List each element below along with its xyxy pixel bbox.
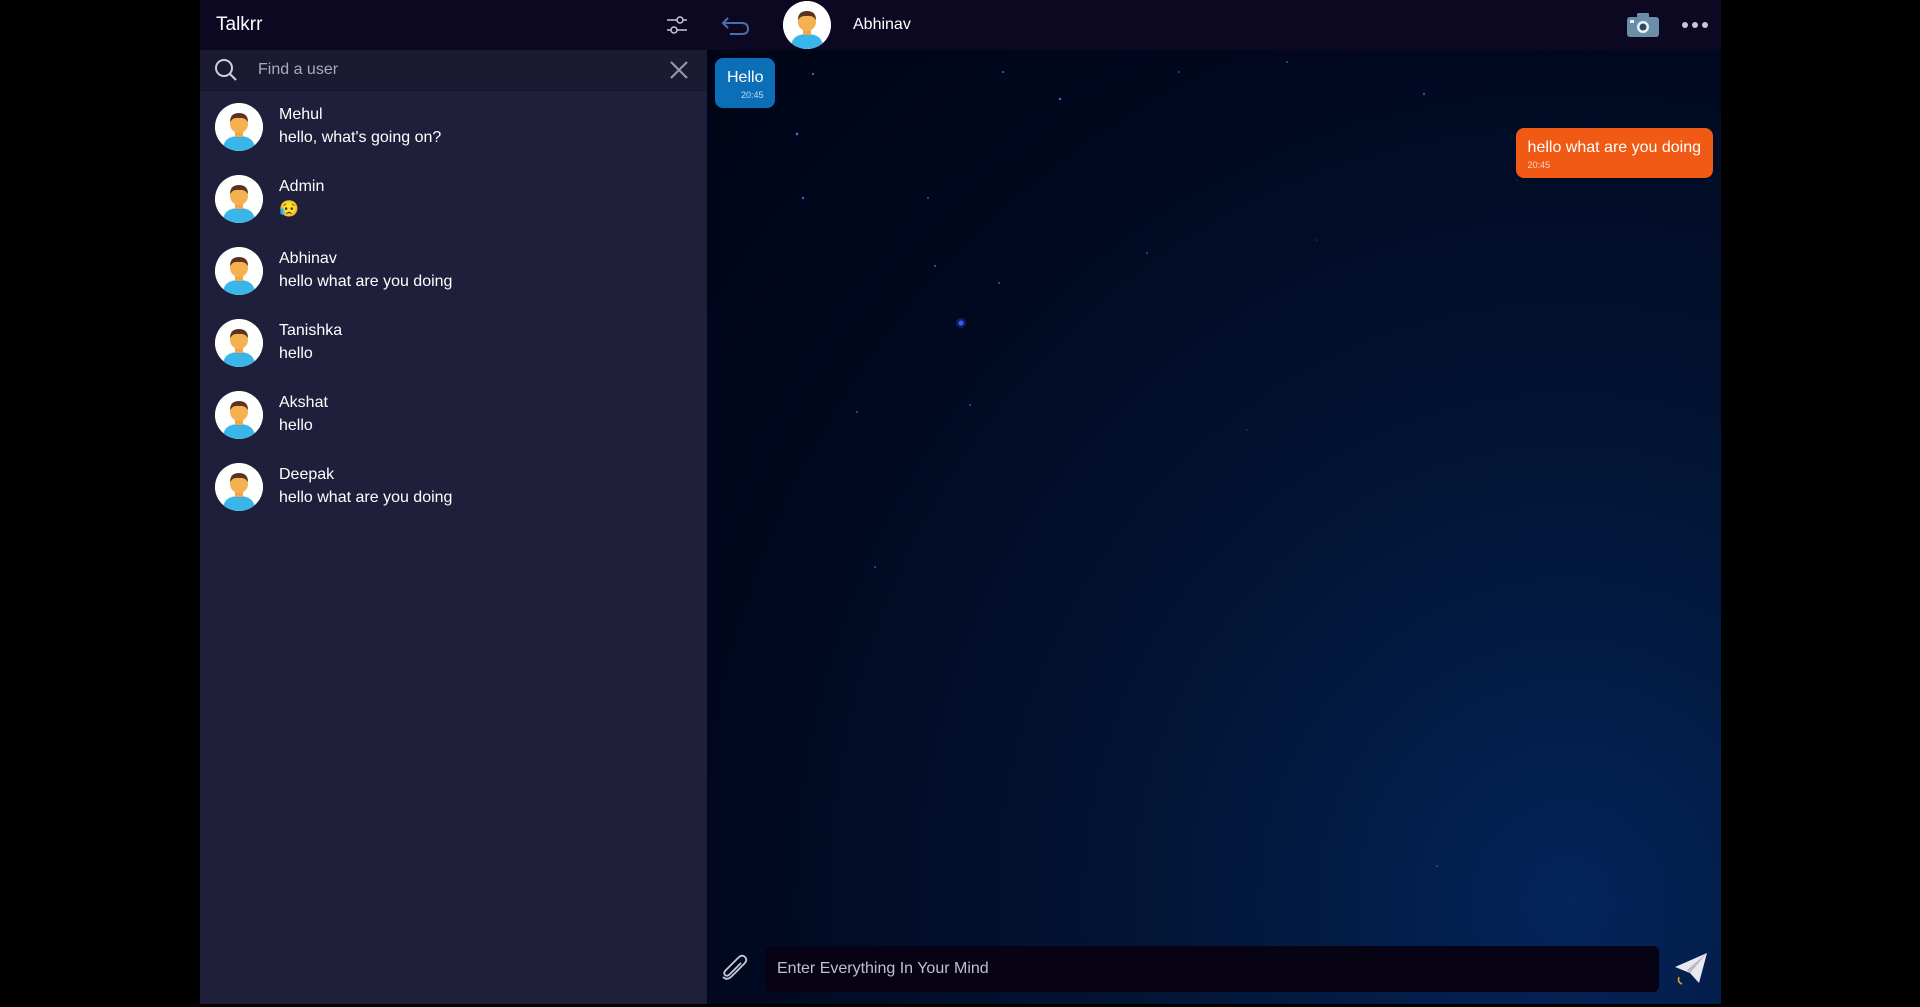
camera-icon [1627, 13, 1659, 37]
outgoing-message[interactable]: hello what are you doing 20:45 [1515, 128, 1713, 178]
app-title: Talkrr [216, 14, 263, 35]
filter-settings-button[interactable] [663, 11, 691, 39]
contact-text: Abhinav hello what are you doing [279, 248, 452, 294]
contact-name: Deepak [279, 466, 335, 483]
clear-search-button[interactable] [665, 56, 693, 84]
send-button[interactable] [1671, 949, 1711, 989]
contact-item[interactable]: Mehul hello, what's going on? [200, 91, 707, 163]
contact-last-message: hello what are you doing [279, 273, 453, 290]
attach-button[interactable] [717, 952, 751, 986]
filter-settings-icon [667, 16, 687, 34]
contact-name: Abhinav [279, 250, 337, 267]
back-button[interactable] [717, 11, 753, 39]
contact-avatar [215, 247, 263, 295]
message-composer [707, 934, 1721, 1004]
search-icon [215, 59, 237, 81]
contact-item[interactable]: Akshat hello [200, 379, 707, 451]
more-icon [1682, 22, 1708, 28]
contact-name: Mehul [279, 106, 323, 123]
paperclip-icon [722, 954, 748, 980]
message-time: 20:45 [1527, 160, 1551, 170]
chat-app: Talkrr Find a user Mehul hello, what's g… [200, 0, 1721, 1004]
contact-avatar [215, 103, 263, 151]
contact-avatar [215, 463, 263, 511]
chat-header: Abhinav [707, 0, 1721, 50]
chat-contact-avatar[interactable] [783, 1, 831, 49]
send-icon [1675, 953, 1707, 985]
contact-last-message: hello, what's going on? [279, 129, 442, 146]
contact-name: Akshat [279, 394, 328, 411]
message-time: 20:45 [740, 90, 764, 100]
avatar-icon [215, 175, 263, 223]
contact-last-message: hello [279, 345, 313, 362]
contact-text: Akshat hello [279, 392, 328, 438]
contact-list: Mehul hello, what's going on? Admin 😥 Ab… [200, 91, 707, 1004]
contact-text: Admin 😥 [279, 176, 324, 222]
contact-text: Tanishka hello [279, 320, 342, 366]
contact-avatar [215, 175, 263, 223]
message-text: hello what are you doing [1527, 139, 1701, 156]
contact-text: Deepak hello what are you doing [279, 464, 452, 510]
avatar-icon [215, 391, 263, 439]
contact-item[interactable]: Admin 😥 [200, 163, 707, 235]
contact-name: Tanishka [279, 322, 343, 339]
search-bar [200, 50, 707, 91]
contact-item[interactable]: Tanishka hello [200, 307, 707, 379]
avatar-icon [215, 463, 263, 511]
contact-last-message: hello [279, 417, 313, 434]
message-input[interactable] [765, 946, 1659, 992]
more-options-button[interactable] [1679, 11, 1711, 39]
avatar-icon [215, 247, 263, 295]
contact-item[interactable]: Deepak hello what are you doing [200, 451, 707, 523]
message-area: Hello 20:45 hello what are you doing 20:… [707, 50, 1721, 934]
contact-last-message: 😥 [279, 201, 299, 218]
search-input[interactable] [256, 60, 665, 80]
avatar-icon [783, 1, 831, 49]
message-text: Hello [727, 69, 764, 86]
chat-contact-name: Abhinav [853, 16, 911, 33]
incoming-message[interactable]: Hello 20:45 [715, 58, 776, 108]
contact-avatar [215, 319, 263, 367]
avatar-icon [215, 103, 263, 151]
contact-text: Mehul hello, what's going on? [279, 104, 441, 150]
sidebar-header: Talkrr [200, 0, 707, 50]
contact-name: Admin [279, 178, 325, 195]
camera-button[interactable] [1625, 11, 1661, 39]
avatar-icon [215, 319, 263, 367]
contact-avatar [215, 391, 263, 439]
close-icon [670, 61, 688, 79]
contact-item[interactable]: Abhinav hello what are you doing [200, 235, 707, 307]
chat-panel: Abhinav Hello 20:45 hello what are you d… [707, 0, 1721, 1004]
back-arrow-icon [721, 17, 750, 35]
sidebar: Talkrr Find a user Mehul hello, what's g… [200, 0, 707, 1004]
contact-last-message: hello what are you doing [279, 489, 453, 506]
